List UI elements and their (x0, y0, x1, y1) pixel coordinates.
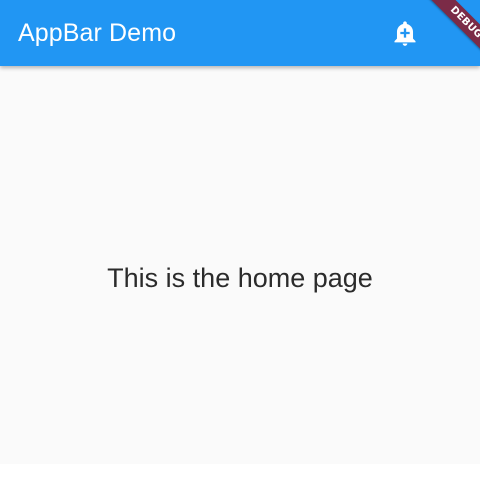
home-page-body: This is the home page (0, 66, 480, 464)
add-alert-button[interactable] (381, 9, 429, 57)
home-page-text: This is the home page (107, 263, 373, 293)
bottom-edge (0, 464, 480, 481)
app-screen: AppBar Demo This is the home page DEBUG (0, 0, 480, 481)
app-bar: AppBar Demo (0, 0, 480, 66)
add-alert-icon (391, 19, 419, 47)
app-bar-title: AppBar Demo (18, 19, 177, 47)
